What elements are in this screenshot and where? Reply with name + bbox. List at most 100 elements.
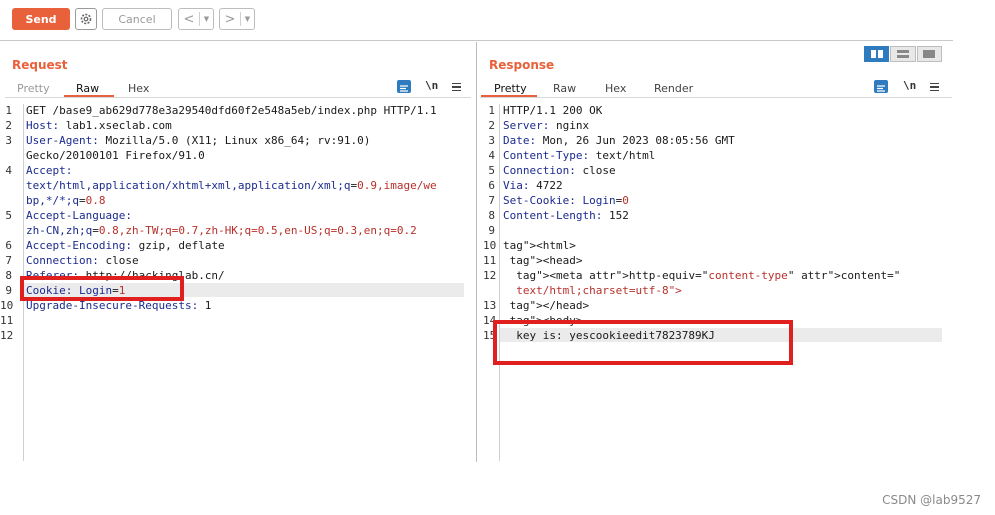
line-number: 6 xyxy=(488,179,495,192)
line-value: text/html,application/xhtml+xml,applicat… xyxy=(26,179,437,192)
response-line: tag"></head> xyxy=(503,299,589,312)
request-panel: Request Pretty Raw Hex \n 1 GET /base9_ab… xyxy=(0,42,476,462)
header-name: Content-Type: xyxy=(503,149,590,162)
line-number: 8 xyxy=(488,209,495,222)
line-value: lab1.xseclab.com xyxy=(59,119,172,132)
line-value: gzip, deflate xyxy=(131,239,225,252)
line-number: 10 xyxy=(0,299,14,312)
request-line: User-Agent: Mozilla/5.0 (X11; Linux x86_… xyxy=(26,134,370,147)
tab-pretty[interactable]: Pretty xyxy=(17,82,50,95)
header-name: Content-Length: xyxy=(503,209,603,222)
line-gutter xyxy=(499,104,500,461)
response-line: Set-Cookie: Login=0 xyxy=(503,194,629,207)
back-button[interactable]: < ▼ xyxy=(178,8,214,30)
header-name: Server: xyxy=(503,119,550,132)
request-line: Connection: close xyxy=(26,254,139,267)
line-value: 4722 xyxy=(529,179,563,192)
line-number: 5 xyxy=(488,164,495,177)
header-name: Host: xyxy=(26,119,60,132)
line-number: 4 xyxy=(5,164,12,177)
request-line: zh-CN,zh;q=0.8,zh-TW;q=0.7,zh-HK;q=0.5,e… xyxy=(26,224,417,237)
line-number: 3 xyxy=(488,134,495,147)
tab-divider xyxy=(480,97,952,98)
response-line: tag"><meta attr">http-equiv="content-typ… xyxy=(503,269,900,282)
request-title: Request xyxy=(12,58,68,72)
line-number: 11 xyxy=(0,314,14,327)
request-line: Accept-Language: xyxy=(26,209,132,222)
tab-pretty[interactable]: Pretty xyxy=(494,82,527,95)
response-title: Response xyxy=(489,58,555,72)
line-number: 13 xyxy=(483,299,497,312)
line-value: text/html;charset=utf-8"> xyxy=(503,284,682,297)
line-number: 2 xyxy=(488,119,495,132)
request-line: Host: lab1.xseclab.com xyxy=(26,119,172,132)
response-line: HTTP/1.1 200 OK xyxy=(503,104,602,117)
line-value: close xyxy=(575,164,616,177)
cancel-button[interactable]: Cancel xyxy=(102,8,172,30)
toolbar: Send Cancel < ▼ > ▼ xyxy=(0,0,953,41)
tab-raw[interactable]: Raw xyxy=(553,82,576,95)
header-name: Connection: xyxy=(503,164,576,177)
line-value: 152 xyxy=(602,209,629,222)
response-line: Connection: close xyxy=(503,164,616,177)
header-name: Accept-Language: xyxy=(26,209,132,222)
line-number: 12 xyxy=(0,329,14,342)
line-value: Gecko/20100101 Firefox/91.0 xyxy=(26,149,205,162)
back-dropdown-icon[interactable]: ▼ xyxy=(199,12,213,26)
line-value: Mozilla/5.0 (X11; Linux x86_64; rv:91.0) xyxy=(98,134,371,147)
line-value: HTTP/1.1 200 OK xyxy=(503,104,603,117)
send-button[interactable]: Send xyxy=(12,8,70,30)
line-number: 7 xyxy=(5,254,12,267)
pretty-print-icon[interactable] xyxy=(874,80,888,93)
forward-button[interactable]: > ▼ xyxy=(219,8,255,30)
response-line: Content-Type: text/html xyxy=(503,149,655,162)
response-line: tag"><html> xyxy=(503,239,576,252)
header-name: Connection: xyxy=(26,254,99,267)
line-number: 1 xyxy=(488,104,495,117)
line-number: 10 xyxy=(483,239,497,252)
request-line: Accept-Encoding: gzip, deflate xyxy=(26,239,225,252)
pretty-print-icon[interactable] xyxy=(397,80,411,93)
header-name: Accept-Encoding: xyxy=(26,239,132,252)
line-value: bp,*/*;q=0.8 xyxy=(26,194,106,207)
line-number: 8 xyxy=(5,269,12,282)
line-number: 7 xyxy=(488,194,495,207)
tab-hex[interactable]: Hex xyxy=(605,82,626,95)
header-name: Via: xyxy=(503,179,530,192)
header-name: Set-Cookie: xyxy=(503,194,576,207)
header-name: Date: xyxy=(503,134,537,147)
response-line: Via: 4722 xyxy=(503,179,563,192)
back-arrow: < xyxy=(183,11,195,27)
header-name: User-Agent: xyxy=(26,134,99,147)
forward-dropdown-icon[interactable]: ▼ xyxy=(240,12,254,26)
menu-icon[interactable] xyxy=(930,83,939,91)
line-value: Mon, 26 Jun 2023 08:05:56 GMT xyxy=(536,134,735,147)
request-line: Accept: xyxy=(26,164,72,177)
line-number: 3 xyxy=(5,134,12,147)
line-value: GET /base9_ab629d778e3a29540dfd60f2e548a… xyxy=(26,104,437,117)
newline-toggle-icon[interactable]: \n xyxy=(425,79,438,92)
request-line: GET /base9_ab629d778e3a29540dfd60f2e548a… xyxy=(26,104,437,117)
header-name: Accept: xyxy=(26,164,73,177)
line-value: tag"><head> xyxy=(509,254,583,267)
highlight-box-key xyxy=(493,320,793,365)
tab-divider xyxy=(5,97,471,98)
menu-icon[interactable] xyxy=(452,83,461,91)
gear-icon[interactable] xyxy=(75,8,97,30)
request-line: bp,*/*;q=0.8 xyxy=(26,194,105,207)
line-value: nginx xyxy=(549,119,590,132)
line-value: Login=0 xyxy=(575,194,629,207)
line-number: 5 xyxy=(5,209,12,222)
response-line: Date: Mon, 26 Jun 2023 08:05:56 GMT xyxy=(503,134,735,147)
line-value: tag"><meta attr">http-equiv="content-typ… xyxy=(516,269,901,282)
tab-raw[interactable]: Raw xyxy=(76,82,99,95)
line-number: 6 xyxy=(5,239,12,252)
line-number: 1 xyxy=(5,104,12,117)
line-value: tag"><html> xyxy=(503,239,576,252)
highlight-box-cookie xyxy=(20,276,184,301)
line-number: 9 xyxy=(5,284,12,297)
line-number: 2 xyxy=(5,119,12,132)
newline-toggle-icon[interactable]: \n xyxy=(903,79,916,92)
tab-render[interactable]: Render xyxy=(654,82,693,95)
tab-hex[interactable]: Hex xyxy=(128,82,149,95)
